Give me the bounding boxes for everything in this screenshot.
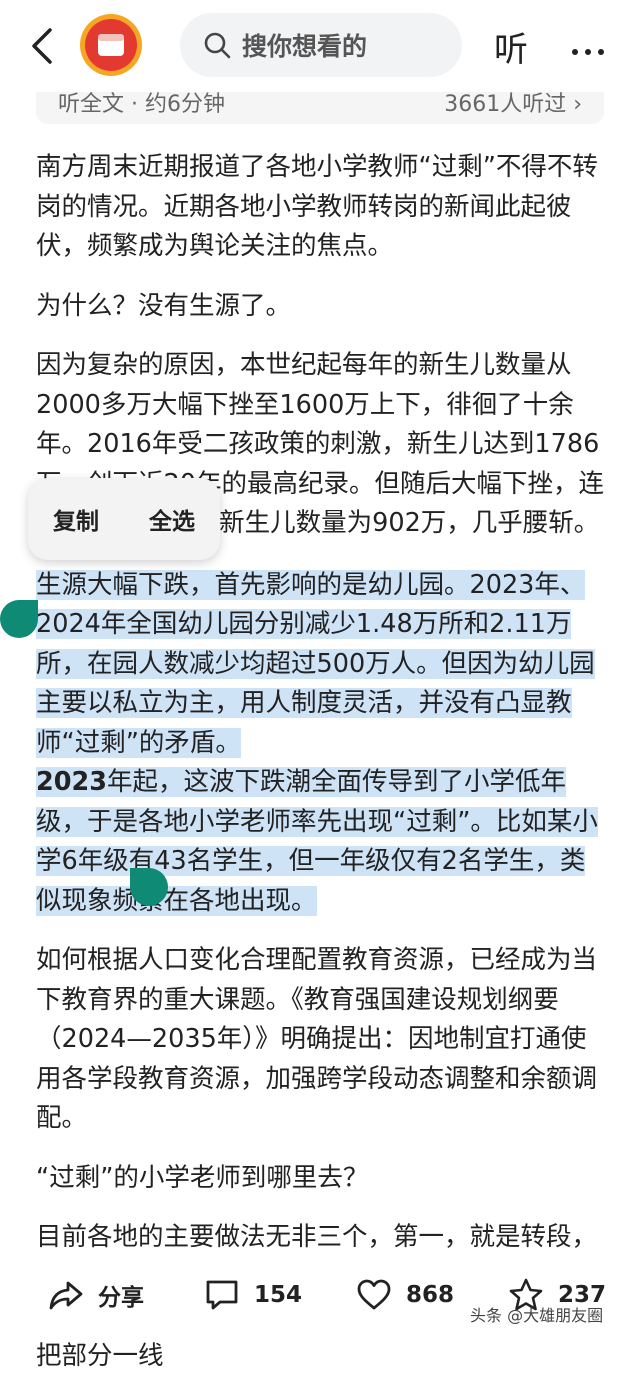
selected-text[interactable]: 2023年起，这波下跌潮全面传导到了小学低年级，于是各地小学老师率先出现“过剩”…: [36, 767, 598, 916]
select-all-button[interactable]: 全选: [149, 502, 195, 536]
share-button[interactable]: 分享: [48, 1278, 144, 1312]
comment-icon: [206, 1280, 238, 1310]
paragraph-6: 如何根据人口变化合理配置教育资源，已经成为当下教育界的重大课题。《教育强国建设规…: [36, 945, 598, 1133]
app-logo[interactable]: [80, 14, 142, 76]
logo-icon: [85, 19, 137, 71]
back-arrow-icon[interactable]: [28, 26, 58, 66]
like-button[interactable]: 868: [356, 1278, 454, 1312]
top-bar: 搜你想看的 听: [0, 0, 640, 92]
watermark-text: 头条 @大雄朋友圈: [470, 1306, 604, 1325]
copy-button[interactable]: 复制: [53, 502, 99, 536]
selected-text-rest: 年起，这波下跌潮全面传导到了小学低年级，于是各地小学老师率先出现“过剩”。比如某…: [36, 767, 598, 916]
paragraph-5: 2023年起，这波下跌潮全面传导到了小学低年级，于是各地小学老师率先出现“过剩”…: [36, 763, 608, 921]
selection-handle-start[interactable]: [0, 600, 38, 638]
paragraph-7: “过剩”的小学老师到哪里去？: [36, 1162, 369, 1193]
heart-icon: [357, 1279, 391, 1310]
search-box[interactable]: 搜你想看的: [180, 13, 462, 77]
bold-year: 2023: [36, 767, 107, 797]
search-icon: [204, 32, 231, 59]
selected-text[interactable]: 生源大幅下跌，首先影响的是幼儿园。2023年、2024年全国幼儿园分别减少1.4…: [36, 569, 595, 758]
paragraph-2: 为什么？没有生源了。: [36, 290, 292, 321]
more-options-icon[interactable]: [572, 40, 611, 59]
share-label: 分享: [98, 1285, 144, 1311]
share-icon: [49, 1281, 83, 1310]
like-count: 868: [406, 1282, 455, 1308]
paragraph-4: 生源大幅下跌，首先影响的是幼儿园。2023年、2024年全国幼儿园分别减少1.4…: [36, 566, 608, 764]
listen-button[interactable]: 听: [494, 22, 528, 71]
bottom-action-bar: 分享 154 868 237 头条 @大雄朋友圈: [0, 1252, 640, 1336]
text-selection-menu: 复制 全选: [28, 478, 220, 560]
search-placeholder: 搜你想看的: [242, 32, 368, 61]
paragraph-1: 南方周末近期报道了各地小学教师“过剩”不得不转岗的情况。近期各地小学教师转岗的新…: [36, 152, 598, 261]
article-body: 南方周末近期报道了各地小学教师“过剩”不得不转岗的情况。近期各地小学教师转岗的新…: [36, 148, 608, 1376]
comment-button[interactable]: 154: [204, 1278, 302, 1312]
comment-count: 154: [254, 1282, 303, 1308]
selection-handle-end[interactable]: [130, 868, 168, 906]
